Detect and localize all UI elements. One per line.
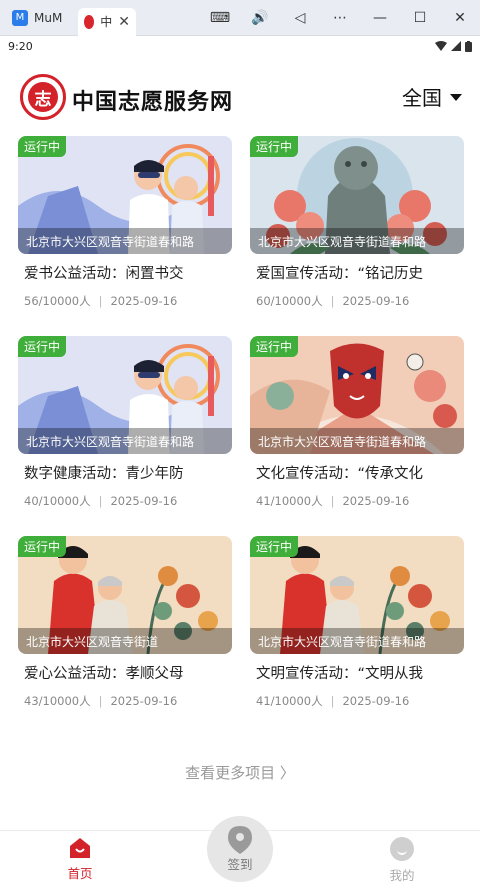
project-title[interactable]: 数字健康活动：青少年防 xyxy=(24,462,232,483)
view-more-link[interactable]: 查看更多项目 〉 xyxy=(0,762,480,783)
project-address: 北京市大兴区观音寺街道春和路 xyxy=(18,428,232,454)
project-date: 2025-09-16 xyxy=(342,494,410,508)
meta-divider: | xyxy=(330,294,335,308)
participant-count: 60/10000人 xyxy=(256,294,323,308)
maximize-icon[interactable]: ☐ xyxy=(400,0,440,36)
region-label: 全国 xyxy=(402,86,442,110)
project-card[interactable]: 运行中 北京市大兴区观音寺街道春和路 数字健康活动：青少年防 40/10000人… xyxy=(18,336,232,516)
project-title[interactable]: 文明宣传活动：“文明从我 xyxy=(256,662,464,683)
tab-label: MuM xyxy=(34,10,63,25)
meta-divider: | xyxy=(98,494,103,508)
status-badge: 运行中 xyxy=(250,336,299,357)
project-card[interactable]: 运行中 北京市大兴区观音寺街道春和路 爱书公益活动：闲置书交 56/10000人… xyxy=(18,136,232,316)
project-title[interactable]: 爱心公益活动：孝顺父母 xyxy=(24,662,232,683)
tab-me[interactable]: 我的 xyxy=(362,837,442,884)
keyboard-icon[interactable]: ⌨ xyxy=(200,0,240,36)
tab-home[interactable]: 首页 xyxy=(40,837,120,882)
project-card[interactable]: 运行中 北京市大兴区观音寺街道春和路 文化宣传活动：“传承文化 41/10000… xyxy=(250,336,464,516)
participant-count: 41/10000人 xyxy=(256,494,323,508)
browser-tab-active[interactable]: 中 ✕ xyxy=(78,7,136,36)
project-meta: 60/10000人 | 2025-09-16 xyxy=(256,293,464,309)
browser-tab-mumu[interactable]: M MuM xyxy=(6,4,78,32)
window-tools: ⌨ 🔊 ◁ ⋯ — ☐ ✕ xyxy=(200,0,480,36)
volume-icon[interactable]: 🔊 xyxy=(240,0,280,36)
status-time: 9:20 xyxy=(8,39,33,53)
status-badge: 运行中 xyxy=(250,136,299,157)
meta-divider: | xyxy=(98,294,103,308)
status-badge: 运行中 xyxy=(18,136,67,157)
participant-count: 56/10000人 xyxy=(24,294,91,308)
project-thumbnail[interactable]: 运行中 北京市大兴区观音寺街道春和路 xyxy=(250,536,464,654)
project-address: 北京市大兴区观音寺街道春和路 xyxy=(250,628,464,654)
project-address: 北京市大兴区观音寺街道春和路 xyxy=(18,228,232,254)
tab-label: 我的 xyxy=(389,868,415,883)
window-titlebar: M MuM 中 ✕ ⌨ 🔊 ◁ ⋯ — ☐ ✕ xyxy=(0,0,480,36)
project-thumbnail[interactable]: 运行中 北京市大兴区观音寺街道春和路 xyxy=(18,336,232,454)
mumu-app-icon: M xyxy=(12,9,28,26)
battery-icon xyxy=(465,40,472,52)
participant-count: 40/10000人 xyxy=(24,494,91,508)
project-meta: 40/10000人 | 2025-09-16 xyxy=(24,493,232,509)
minimize-icon[interactable]: — xyxy=(360,0,400,36)
project-meta: 43/10000人 | 2025-09-16 xyxy=(24,693,232,709)
project-meta: 41/10000人 | 2025-09-16 xyxy=(256,693,464,709)
project-thumbnail[interactable]: 运行中 北京市大兴区观音寺街道 xyxy=(18,536,232,654)
close-window-icon[interactable]: ✕ xyxy=(440,0,480,36)
site-logo: 志 xyxy=(20,74,66,120)
wifi-icon xyxy=(435,41,447,51)
participant-count: 43/10000人 xyxy=(24,694,91,708)
tab-label: 中 xyxy=(100,15,113,29)
project-date: 2025-09-16 xyxy=(342,694,410,708)
meta-divider: | xyxy=(330,494,335,508)
project-meta: 56/10000人 | 2025-09-16 xyxy=(24,293,232,309)
app-header: 志 中国志愿服务网 全国 xyxy=(0,70,480,124)
project-address: 北京市大兴区观音寺街道 xyxy=(18,628,232,654)
project-date: 2025-09-16 xyxy=(110,494,178,508)
project-address: 北京市大兴区观音寺街道春和路 xyxy=(250,228,464,254)
signal-icon xyxy=(451,41,461,51)
project-address: 北京市大兴区观音寺街道春和路 xyxy=(250,428,464,454)
project-date: 2025-09-16 xyxy=(110,294,178,308)
close-tab-icon[interactable]: ✕ xyxy=(118,14,130,30)
signin-button[interactable]: 签到 xyxy=(207,816,273,882)
project-title[interactable]: 爱书公益活动：闲置书交 xyxy=(24,262,232,283)
status-icons xyxy=(435,40,472,52)
project-thumbnail[interactable]: 运行中 北京市大兴区观音寺街道春和路 xyxy=(250,136,464,254)
project-card[interactable]: 运行中 北京市大兴区观音寺街道春和路 爱国宣传活动：“铭记历史 60/10000… xyxy=(250,136,464,316)
site-favicon xyxy=(84,14,95,29)
page-title: 中国志愿服务网 xyxy=(72,90,234,115)
signin-label: 签到 xyxy=(227,856,253,872)
profile-icon xyxy=(390,837,414,861)
project-title[interactable]: 文化宣传活动：“传承文化 xyxy=(256,462,464,483)
logo-emblem: 志 xyxy=(28,82,58,112)
status-badge: 运行中 xyxy=(18,336,67,357)
location-pin-icon xyxy=(228,825,252,854)
project-title[interactable]: 爱国宣传活动：“铭记历史 xyxy=(256,262,464,283)
home-icon xyxy=(70,838,90,858)
project-card[interactable]: 运行中 北京市大兴区观音寺街道春和路 文明宣传活动：“文明从我 41/10000… xyxy=(250,536,464,716)
project-date: 2025-09-16 xyxy=(110,694,178,708)
meta-divider: | xyxy=(330,694,335,708)
status-badge: 运行中 xyxy=(18,536,67,557)
project-date: 2025-09-16 xyxy=(342,294,410,308)
chevron-down-icon xyxy=(450,94,462,101)
more-icon[interactable]: ⋯ xyxy=(320,0,360,36)
project-meta: 41/10000人 | 2025-09-16 xyxy=(256,493,464,509)
project-thumbnail[interactable]: 运行中 北京市大兴区观音寺街道春和路 xyxy=(250,336,464,454)
meta-divider: | xyxy=(98,694,103,708)
tab-label: 首页 xyxy=(67,866,93,881)
project-card[interactable]: 运行中 北京市大兴区观音寺街道 爱心公益活动：孝顺父母 43/10000人 | … xyxy=(18,536,232,716)
status-bar: 9:20 xyxy=(0,36,480,56)
participant-count: 41/10000人 xyxy=(256,694,323,708)
status-badge: 运行中 xyxy=(250,536,299,557)
back-icon[interactable]: ◁ xyxy=(280,0,320,36)
region-selector[interactable]: 全国 xyxy=(402,82,462,111)
project-thumbnail[interactable]: 运行中 北京市大兴区观音寺街道春和路 xyxy=(18,136,232,254)
